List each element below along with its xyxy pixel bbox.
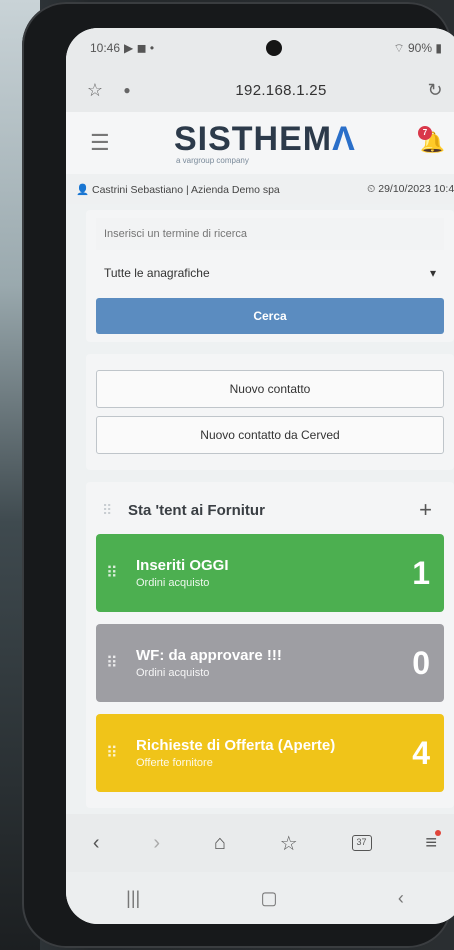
bookmarks-icon[interactable]: ☆ [280, 831, 298, 856]
logo: SISTHEMΛ a vargroup company [174, 122, 356, 165]
user-info: 👤 Castrini Sebastiano | Azienda Demo spa [76, 183, 280, 196]
user-name: Castrini Sebastiano | Azienda Demo spa [92, 183, 280, 196]
tile-subtitle: Ordini acquisto [136, 667, 210, 679]
user-icon: 👤 [76, 183, 90, 196]
add-widget-button[interactable]: + [419, 497, 432, 523]
status-battery: 90% [408, 40, 433, 55]
browser-url-bar: ☆ ● 192.168.1.25 ↻ [66, 68, 454, 112]
tile-title: Richieste di Offerta (Aperte) [136, 737, 336, 754]
url-text[interactable]: 192.168.1.25 [235, 82, 326, 99]
status-time: 10:46 [90, 41, 121, 55]
drag-handle-icon[interactable]: ⠿ [102, 502, 122, 519]
widget-section: ⠿ Sta 'tent ai Fornitur + ⠿ Inseriti OGG… [86, 482, 454, 808]
main-content: Tutte le anagrafiche ▾ Cerca Nuovo conta… [66, 204, 454, 824]
bookmark-star-icon[interactable]: ☆ [84, 80, 106, 101]
drag-handle-icon[interactable]: ⠿ [106, 743, 130, 763]
new-contact-cerved-button[interactable]: Nuovo contatto da Cerved [96, 416, 444, 454]
home-icon[interactable]: ⌂ [214, 832, 226, 855]
section-header: ⠿ Sta 'tent ai Fornitur + [96, 486, 444, 534]
tile-title: WF: da approvare !!! [136, 647, 282, 664]
tile-subtitle: Ordini acquisto [136, 577, 210, 589]
drag-handle-icon[interactable]: ⠿ [106, 563, 130, 583]
tile-count: 4 [412, 734, 430, 771]
user-bar: 👤 Castrini Sebastiano | Azienda Demo spa… [66, 174, 454, 204]
system-nav-bar: ||| ▢ ‹ [66, 872, 454, 924]
search-card: Tutte le anagrafiche ▾ Cerca [86, 210, 454, 342]
actions-card: Nuovo contatto Nuovo contatto da Cerved [86, 354, 454, 470]
forward-icon[interactable]: › [153, 832, 160, 855]
app-header: ☰ SISTHEMΛ a vargroup company 🔔 7 [66, 112, 454, 174]
signal-icon: ⌔ [393, 40, 405, 55]
tabs-button[interactable]: 37 [351, 835, 372, 851]
filter-value: Tutte le anagrafiche [104, 266, 210, 280]
tile-count: 1 [412, 554, 430, 591]
logo-accent: Λ [332, 119, 356, 158]
recent-apps-icon[interactable]: ||| [126, 888, 140, 909]
logo-text: SISTHEM [173, 119, 333, 158]
browser-menu-icon[interactable]: ≡ [425, 829, 441, 855]
datetime-info: ⏲ 29/10/2023 10:46 [367, 183, 454, 196]
notifications-button[interactable]: 🔔 7 [417, 126, 446, 156]
tile-wf-approvare[interactable]: ⠿ WF: da approvare !!! Ordini acquisto 0 [96, 624, 444, 702]
section-title: Sta 'tent ai Fornitur [128, 501, 265, 519]
camera [265, 40, 282, 56]
clock-icon: ⏲ [367, 182, 376, 195]
new-contact-button[interactable]: Nuovo contatto [96, 370, 444, 408]
back-icon[interactable]: ‹ [93, 832, 100, 855]
hamburger-menu-icon[interactable]: ☰ [90, 130, 110, 156]
tile-richieste-offerta[interactable]: ⠿ Richieste di Offerta (Aperte) Offerte … [96, 714, 444, 792]
tile-title: Inseriti OGGI [136, 557, 229, 574]
tile-inseriti-oggi[interactable]: ⠿ Inseriti OGGI Ordini acquisto 1 [96, 534, 444, 612]
status-bar: 10:46 ▶ ◼ • ⌔ 90% ▮ [66, 28, 454, 68]
search-button[interactable]: Cerca [96, 298, 444, 334]
drag-handle-icon[interactable]: ⠿ [106, 653, 130, 673]
battery-icon: ▮ [435, 40, 442, 55]
notification-badge: 7 [417, 126, 432, 140]
reload-icon[interactable]: ↻ [424, 80, 446, 101]
phone-frame: 10:46 ▶ ◼ • ⌔ 90% ▮ ☆ ● 192.168.1.25 ↻ ☰… [22, 2, 454, 948]
status-icons: ▶ ◼ • [124, 41, 155, 55]
home-button-icon[interactable]: ▢ [261, 888, 278, 909]
screen: 10:46 ▶ ◼ • ⌔ 90% ▮ ☆ ● 192.168.1.25 ↻ ☰… [66, 28, 454, 924]
site-info-icon[interactable]: ● [116, 83, 138, 97]
system-back-icon[interactable]: ‹ [398, 888, 404, 909]
caret-down-icon: ▾ [429, 266, 436, 280]
registry-filter-select[interactable]: Tutte le anagrafiche ▾ [96, 256, 444, 290]
tile-count: 0 [412, 644, 430, 681]
search-input[interactable] [96, 218, 444, 250]
tile-subtitle: Offerte fornitore [136, 757, 213, 769]
browser-toolbar: ‹ › ⌂ ☆ 37 ≡ [66, 814, 454, 872]
datetime: 29/10/2023 10:46 [378, 182, 454, 195]
